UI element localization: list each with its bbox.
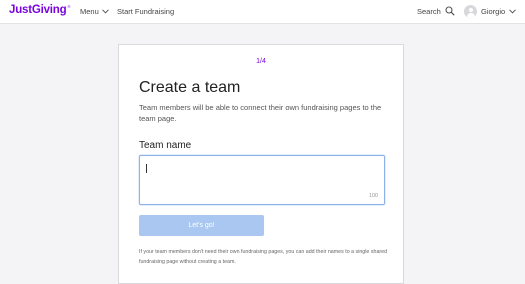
menu-dropdown[interactable]: Menu	[80, 7, 109, 16]
chevron-down-icon	[509, 9, 517, 14]
text-caret	[146, 164, 147, 173]
create-team-card: 1/4 Create a team Team members will be a…	[118, 44, 404, 284]
user-menu[interactable]: Giorgio	[464, 5, 517, 18]
justgiving-logo[interactable]: JustGiving®	[9, 4, 70, 16]
start-fundraising-link[interactable]: Start Fundraising	[117, 7, 174, 16]
user-name: Giorgio	[481, 7, 506, 16]
menu-label: Menu	[80, 7, 99, 16]
step-indicator: 1/4	[256, 58, 266, 65]
avatar	[464, 5, 477, 18]
search-button[interactable]: Search	[417, 6, 455, 16]
lets-go-button[interactable]: Let's go!	[139, 215, 264, 236]
page-description: Team members will be able to connect the…	[139, 103, 382, 123]
team-name-input[interactable]: 100	[139, 155, 385, 205]
page-title: Create a team	[139, 79, 241, 96]
search-label: Search	[417, 6, 441, 16]
character-counter: 100	[368, 193, 378, 199]
top-nav: JustGiving® Menu Start Fundraising Searc…	[0, 0, 525, 24]
chevron-down-icon	[101, 9, 109, 14]
team-name-label: Team name	[139, 140, 192, 151]
logo-text: JustGiving	[9, 4, 67, 16]
team-help-note: If your team members don't need their ow…	[139, 249, 388, 265]
logo-mark: ®	[67, 4, 71, 9]
search-icon	[445, 6, 455, 16]
